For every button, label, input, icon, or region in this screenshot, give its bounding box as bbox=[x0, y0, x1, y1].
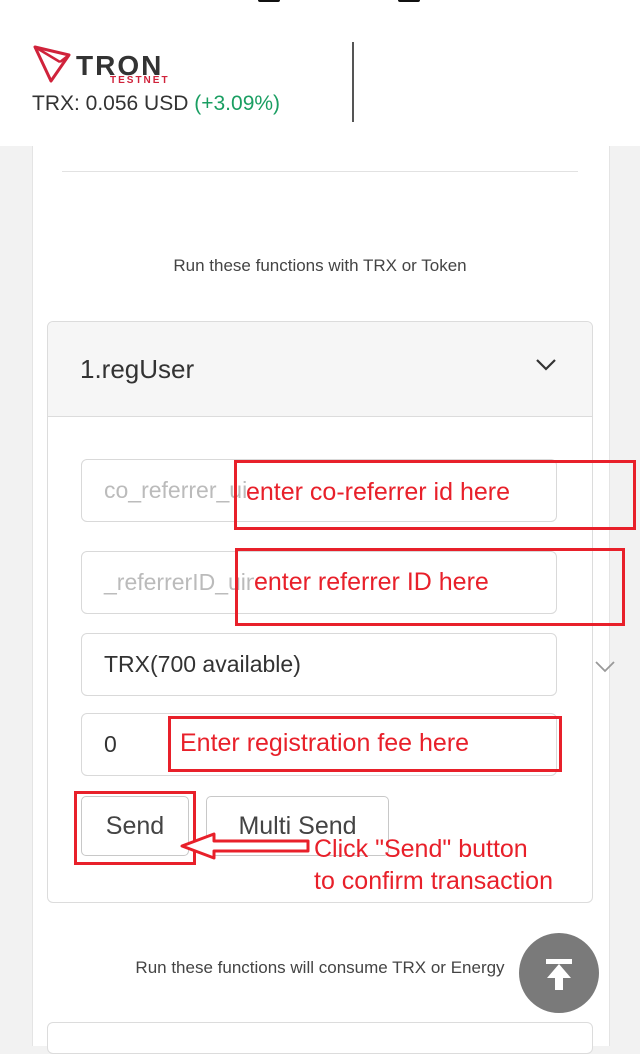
tron-logo-icon bbox=[33, 45, 71, 83]
arrow-up-icon bbox=[546, 959, 572, 990]
annotation-send: Click "Send" button to confirm transacti… bbox=[314, 833, 553, 897]
next-function-panel[interactable] bbox=[47, 1022, 593, 1054]
annotation-box-send bbox=[74, 791, 196, 865]
header-divider bbox=[352, 42, 354, 122]
chevron-down-icon bbox=[595, 661, 615, 673]
logo-network: TESTNET bbox=[110, 75, 170, 86]
top-header: TRON TESTNET TRX: 0.056 USD (+3.09%) bbox=[0, 0, 640, 146]
chevron-down-icon[interactable] bbox=[535, 358, 557, 372]
section-divider bbox=[62, 171, 578, 172]
annotation-fee: Enter registration fee here bbox=[180, 729, 470, 757]
token-select-value: TRX(700 available) bbox=[104, 651, 301, 677]
price-change: (+3.09%) bbox=[194, 92, 281, 115]
tron-logo[interactable]: TRON TESTNET bbox=[32, 44, 168, 88]
token-select[interactable]: TRX(700 available) bbox=[81, 633, 615, 696]
cut-off-heading bbox=[0, 0, 640, 2]
trx-price: TRX: 0.056 USD (+3.09%) bbox=[32, 92, 280, 116]
annotation-send-line2: to confirm transaction bbox=[314, 867, 553, 895]
annotation-co-referrer: enter co-referrer id here bbox=[246, 478, 511, 507]
function-title: 1.regUser bbox=[80, 354, 195, 384]
price-label: TRX: 0.056 USD bbox=[32, 92, 189, 115]
annotation-arrow-icon bbox=[180, 832, 310, 860]
scroll-top-button[interactable] bbox=[519, 933, 599, 1013]
trx-section-caption: Run these functions with TRX or Token bbox=[173, 256, 467, 275]
annotation-referrer: enter referrer ID here bbox=[254, 568, 489, 597]
annotation-send-line1: Click "Send" button bbox=[314, 835, 528, 863]
function-panel-header[interactable]: 1.regUser bbox=[48, 322, 592, 417]
amount-value: 0 bbox=[104, 731, 117, 757]
